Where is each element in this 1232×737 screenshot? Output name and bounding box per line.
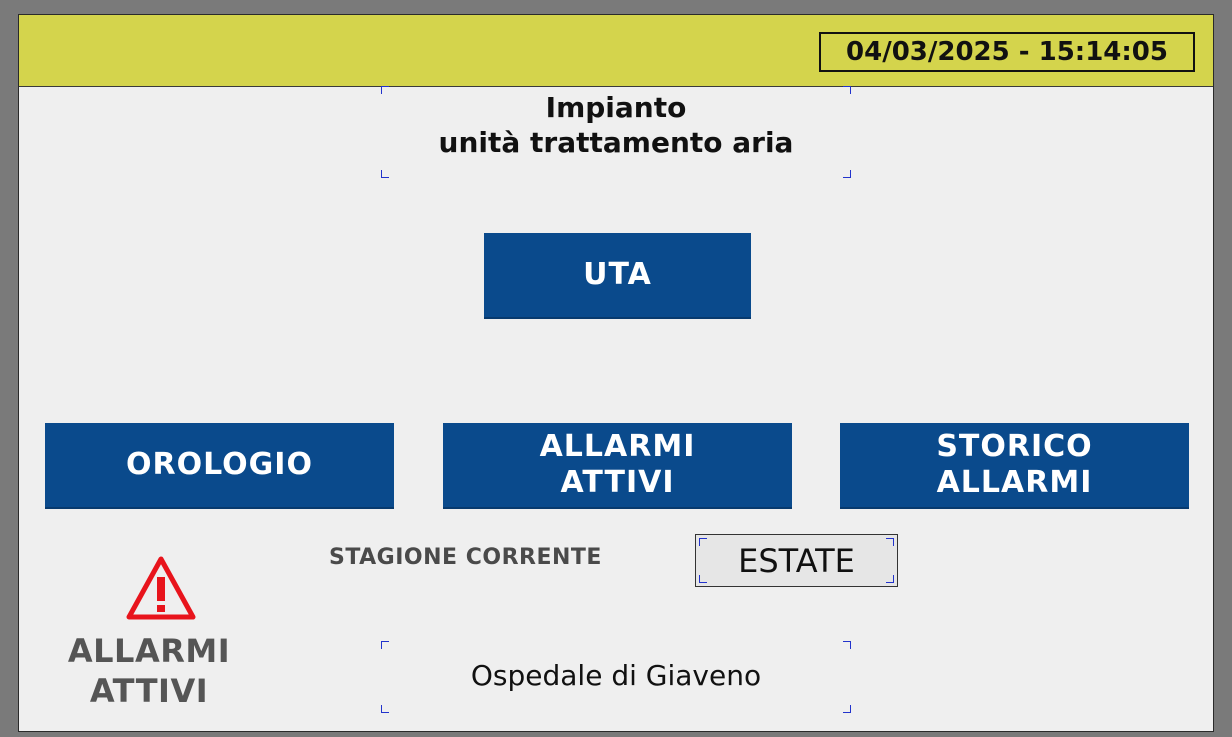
datetime-display: 04/03/2025 - 15:14:05 [819,32,1195,72]
uta-button[interactable]: UTA [484,233,751,319]
alarm-history-line-1: STORICO [936,429,1093,464]
active-alarms-line-1: ALLARMI [539,429,696,464]
title-line-1: Impianto [545,91,687,124]
title-line-2: unità trattamento aria [438,126,794,159]
season-value: ESTATE [738,541,855,580]
alarm-indicator-label: ALLARMI ATTIVI [49,631,249,711]
hmi-screen: 04/03/2025 - 15:14:05 Impianto unità tra… [18,14,1214,732]
season-label: STAGIONE CORRENTE [329,545,602,570]
warning-triangle-icon[interactable] [125,555,197,625]
alarm-indicator-line-2: ATTIVI [89,672,209,710]
active-alarms-button[interactable]: ALLARMI ATTIVI [443,423,792,509]
alarm-history-line-2: ALLARMI [936,465,1093,500]
season-value-field[interactable]: ESTATE [695,534,898,587]
orologio-button[interactable]: OROLOGIO [45,423,394,509]
title-frame: Impianto unità trattamento aria [381,86,851,178]
site-frame: Ospedale di Giaveno [381,641,851,713]
alarm-history-button[interactable]: STORICO ALLARMI [840,423,1189,509]
site-name: Ospedale di Giaveno [470,659,762,692]
header-bar: 04/03/2025 - 15:14:05 [19,15,1213,87]
alarm-indicator-line-1: ALLARMI [67,632,231,670]
page-title: Impianto unità trattamento aria [381,90,851,160]
active-alarms-line-2: ATTIVI [560,465,675,500]
